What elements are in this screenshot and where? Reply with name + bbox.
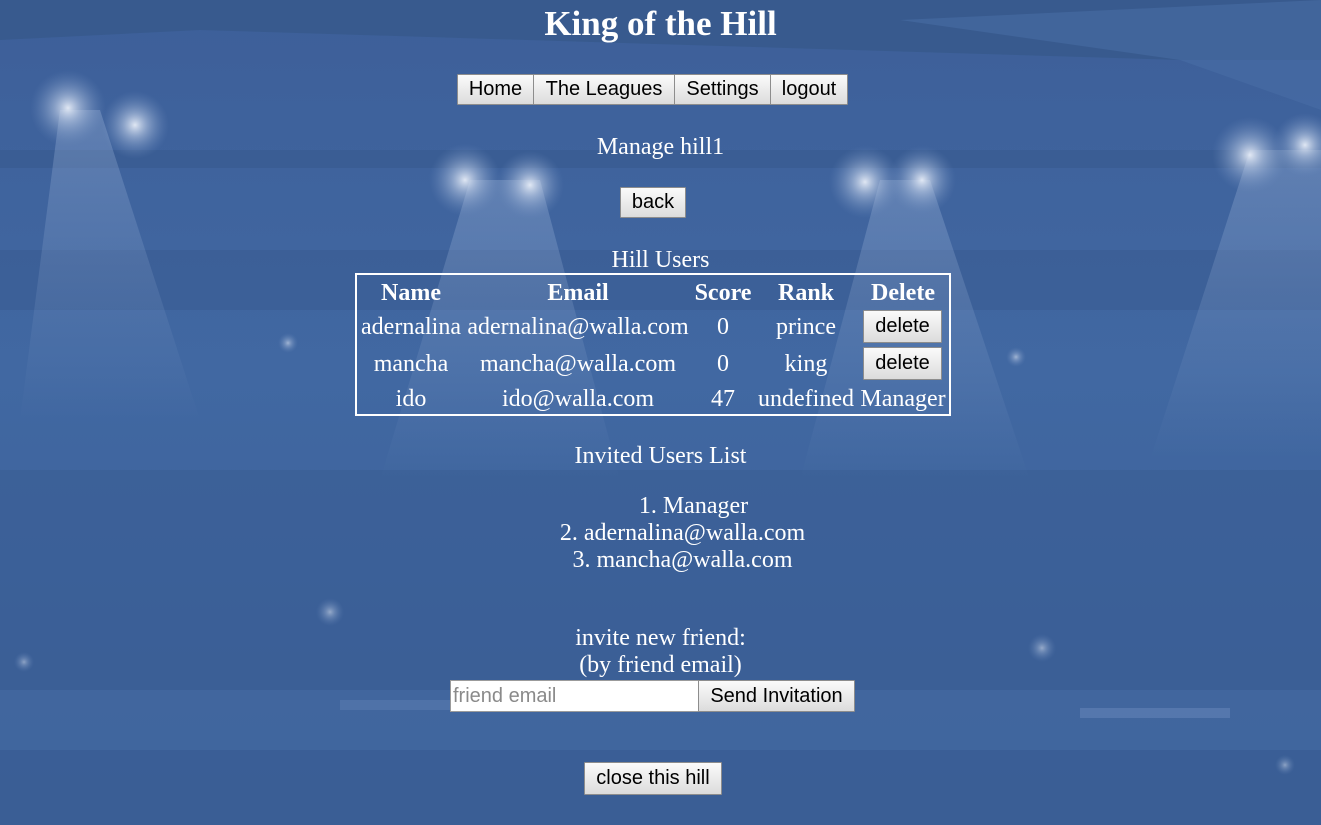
main-nav: Home The Leagues Settings logout [457,74,848,105]
user-rank-cell: prince [776,314,836,340]
page-content: King of the Hill Home The Leagues Settin… [0,0,1321,825]
list-item: 2. adernalina@walla.com [559,520,806,546]
column-header-name: Name [381,280,441,306]
page-subtitle: Manage hill1 [596,134,725,160]
send-invitation-button[interactable]: Send Invitation [698,680,855,712]
invite-line-1: invite new friend: [575,625,746,651]
delete-user-button[interactable]: delete [863,347,942,380]
back-button[interactable]: back [620,187,686,218]
user-email-cell: adernalina@walla.com [467,314,689,340]
user-name-cell: mancha [373,351,449,377]
user-score-cell: 0 [717,351,729,377]
column-header-score: Score [694,280,752,306]
invited-users-list: 1. Manager 2. adernalina@walla.com 3. ma… [0,493,1321,574]
nav-home-button[interactable]: Home [457,74,534,105]
user-email-cell: mancha@walla.com [479,351,677,377]
user-email-cell: ido@walla.com [501,386,655,412]
nav-logout-button[interactable]: logout [770,74,848,105]
manager-label: Manager [860,386,946,412]
nav-settings-button[interactable]: Settings [674,74,771,105]
column-header-delete: Delete [871,280,935,306]
user-score-cell: 47 [711,386,735,412]
invite-line-2: (by friend email) [579,652,742,678]
user-rank-cell: king [784,351,828,377]
user-rank-cell: undefined [758,386,854,412]
invite-form: Send Invitation [450,680,855,712]
column-header-email: Email [547,280,609,306]
list-item: 1. Manager [638,493,749,519]
user-name-cell: ido [395,386,427,412]
nav-leagues-button[interactable]: The Leagues [533,74,675,105]
hill-users-table: Name Email Score Rank Delete adernalina … [355,273,951,416]
close-hill-button[interactable]: close this hill [584,762,722,795]
column-header-rank: Rank [777,280,835,306]
invite-instructions: invite new friend: (by friend email) [0,625,1321,679]
app-title: King of the Hill [544,4,777,43]
delete-user-button[interactable]: delete [863,310,942,343]
friend-email-input[interactable] [450,680,699,712]
invited-users-heading: Invited Users List [574,443,747,469]
list-item: 3. mancha@walla.com [572,547,793,573]
user-score-cell: 0 [717,314,729,340]
hill-users-heading: Hill Users [611,247,710,273]
user-name-cell: adernalina [361,314,461,340]
